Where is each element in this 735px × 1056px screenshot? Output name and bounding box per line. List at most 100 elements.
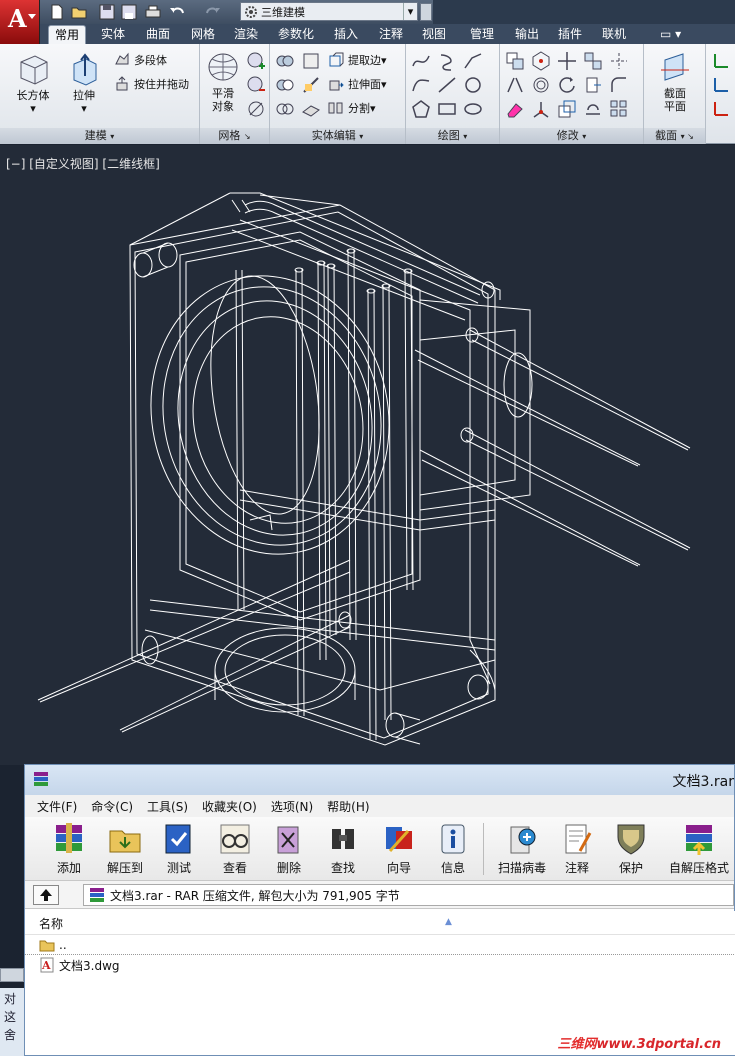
sfx-button[interactable]: 自解压格式	[661, 821, 735, 876]
panel-title-mesh[interactable]: 网格 ↘	[200, 128, 269, 144]
background-window-scrollbar[interactable]	[0, 968, 24, 982]
menu-help[interactable]: 帮助(H)	[327, 798, 369, 815]
trim-button[interactable]	[608, 50, 630, 72]
union-button[interactable]	[274, 50, 296, 72]
subtract-button[interactable]	[274, 74, 296, 96]
ucs-world-button[interactable]	[710, 74, 732, 96]
tab-mesh[interactable]: 网格	[185, 25, 221, 44]
extrude-button[interactable]: 拉伸 ▾	[62, 50, 106, 115]
extract-to-button[interactable]: 解压到	[97, 821, 153, 876]
panel-title-draw[interactable]: 绘图 ▾	[406, 128, 499, 144]
array-rect-button[interactable]	[608, 98, 630, 120]
viewport-controls-label[interactable]: [−] [自定义视图] [二维线框]	[6, 155, 160, 172]
panel-title-solid-editing[interactable]: 实体编辑 ▾	[270, 128, 405, 144]
tab-annotate[interactable]: 注释	[373, 25, 409, 44]
list-item[interactable]: A 文档3.dwg	[25, 955, 735, 975]
save-icon[interactable]	[98, 3, 116, 21]
panel-title-section[interactable]: 截面 ▾ ↘	[644, 128, 705, 144]
array-button[interactable]	[582, 98, 604, 120]
thicken-button[interactable]	[300, 98, 322, 120]
mesh-smooth-more-button[interactable]	[245, 50, 267, 72]
comment-button[interactable]: 注释	[549, 821, 605, 876]
panel-title-modeling[interactable]: 建模 ▾	[0, 128, 199, 144]
test-button[interactable]: 测试	[151, 821, 207, 876]
ribbon-minimize-button[interactable]: ▭ ▾	[654, 25, 687, 44]
intersect-button[interactable]	[274, 98, 296, 120]
new-file-icon[interactable]	[48, 3, 66, 21]
tab-solid[interactable]: 实体	[95, 25, 131, 44]
winrar-title-bar[interactable]: 文档3.rar	[25, 765, 734, 795]
open-folder-icon[interactable]	[70, 3, 88, 21]
protect-button[interactable]: 保护	[603, 821, 659, 876]
separate-button[interactable]: 分割 ▾	[328, 98, 376, 118]
mesh-smooth-less-button[interactable]	[245, 74, 267, 96]
tab-output[interactable]: 输出	[509, 25, 545, 44]
spline-cv-button[interactable]	[410, 74, 432, 96]
tab-insert[interactable]: 插入	[328, 25, 364, 44]
tab-surface[interactable]: 曲面	[140, 25, 176, 44]
drawing-viewport[interactable]: [−] [自定义视图] [二维线框]	[0, 145, 735, 765]
3d-align-button[interactable]	[582, 50, 604, 72]
tab-online[interactable]: 联机	[596, 25, 632, 44]
helix-button[interactable]	[436, 50, 458, 72]
print-icon[interactable]	[144, 3, 162, 21]
box-button[interactable]: 长方体 ▾	[10, 50, 56, 115]
slice-button[interactable]	[300, 74, 322, 96]
tab-plugins[interactable]: 插件	[552, 25, 588, 44]
menu-file[interactable]: 文件(F)	[37, 798, 77, 815]
application-menu-button[interactable]: A	[0, 0, 40, 44]
delete-button[interactable]: 删除	[261, 821, 317, 876]
find-button[interactable]: 查找	[315, 821, 371, 876]
panel-title-modify[interactable]: 修改 ▾	[500, 128, 643, 144]
3d-rotate-button[interactable]	[530, 50, 552, 72]
circle-button[interactable]	[462, 74, 484, 96]
redo-icon[interactable]	[204, 3, 222, 21]
tab-render[interactable]: 渲染	[228, 25, 264, 44]
view-button[interactable]: 查看	[207, 821, 263, 876]
line-button[interactable]	[436, 74, 458, 96]
archive-path-field[interactable]: 文档3.rar - RAR 压缩文件, 解包大小为 791,905 字节	[83, 884, 734, 906]
workspace-select[interactable]: 三维建模 ▾	[240, 2, 418, 21]
polygon-button[interactable]	[410, 98, 432, 120]
spline-fit-button[interactable]	[410, 50, 432, 72]
section-plane-button[interactable]: 截面 平面	[652, 50, 698, 113]
3d-move-button[interactable]	[556, 50, 578, 72]
erase-button[interactable]	[504, 98, 526, 120]
presspull-button[interactable]: 按住并拖动	[114, 74, 189, 94]
mirror-button[interactable]	[504, 74, 526, 96]
ucs-button[interactable]	[710, 50, 732, 72]
extend-button[interactable]	[582, 74, 604, 96]
wizard-button[interactable]: 向导	[371, 821, 427, 876]
undo-icon[interactable]	[168, 3, 186, 21]
rotate-button[interactable]	[556, 74, 578, 96]
tab-view[interactable]: 视图	[416, 25, 452, 44]
menu-tools[interactable]: 工具(S)	[147, 798, 188, 815]
menu-options[interactable]: 选项(N)	[271, 798, 313, 815]
3d-scale-button[interactable]	[530, 98, 552, 120]
extrude-faces-button[interactable]: 拉伸面 ▾	[328, 74, 387, 94]
scan-virus-button[interactable]: 扫描病毒	[491, 821, 553, 876]
polyline-button[interactable]	[462, 50, 484, 72]
copy-button[interactable]	[504, 50, 526, 72]
save-as-icon[interactable]	[120, 3, 138, 21]
column-header-name[interactable]: 名称 ▲	[25, 911, 735, 935]
offset-button[interactable]	[530, 74, 552, 96]
ucs-origin-button[interactable]	[710, 98, 732, 120]
list-item[interactable]: ..	[25, 935, 735, 955]
tab-manage[interactable]: 管理	[464, 25, 500, 44]
tab-parametric[interactable]: 参数化	[272, 25, 320, 44]
ellipse-button[interactable]	[462, 98, 484, 120]
menu-commands[interactable]: 命令(C)	[91, 798, 133, 815]
add-button[interactable]: 添加	[41, 821, 97, 876]
up-folder-button[interactable]	[33, 885, 59, 905]
extract-edges-button[interactable]: 提取边 ▾	[328, 50, 387, 70]
info-button[interactable]: 信息	[425, 821, 481, 876]
polysolid-button[interactable]: 多段体	[114, 50, 167, 70]
rectangle-button[interactable]	[436, 98, 458, 120]
smooth-object-button[interactable]: 平滑 对象	[204, 50, 242, 113]
interfere-button[interactable]	[300, 50, 322, 72]
fillet-button[interactable]	[608, 74, 630, 96]
quick-access-customize-button[interactable]	[420, 3, 432, 21]
menu-favorites[interactable]: 收藏夹(O)	[202, 798, 257, 815]
scale-button[interactable]	[556, 98, 578, 120]
